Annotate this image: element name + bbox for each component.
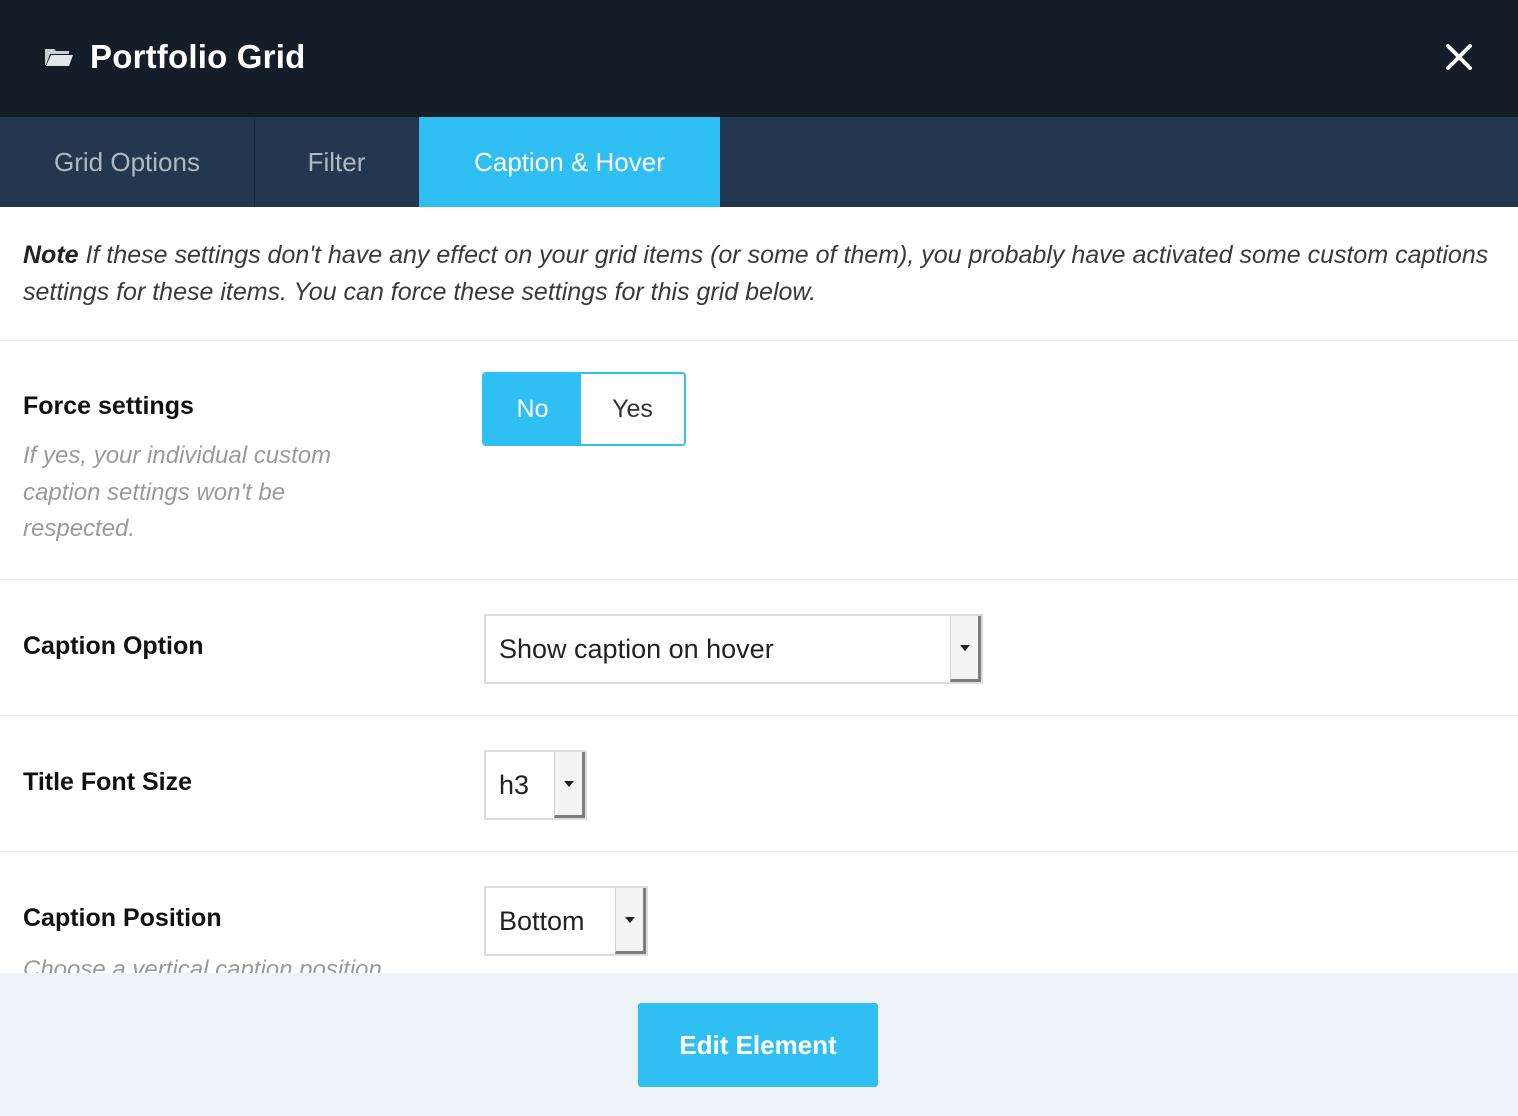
caption-option-row: Caption Option Show caption on hover xyxy=(0,580,1518,716)
toggle-no-button[interactable]: No xyxy=(484,374,581,444)
caption-option-value: Show caption on hover xyxy=(499,633,774,664)
edit-element-button[interactable]: Edit Element xyxy=(638,1003,878,1087)
modal-title: Portfolio Grid xyxy=(90,38,306,75)
tab-bar: Grid Options Filter Caption & Hover xyxy=(0,117,1518,207)
note-body: If these settings don't have any effect … xyxy=(23,241,1489,306)
modal-footer: Edit Element xyxy=(0,973,1518,1116)
tab-caption-hover[interactable]: Caption & Hover xyxy=(419,117,720,207)
caption-position-select[interactable]: Bottom xyxy=(484,886,648,956)
chevron-down-icon xyxy=(950,616,981,682)
caption-position-label: Caption Position xyxy=(23,904,222,932)
close-icon[interactable] xyxy=(1440,38,1478,76)
toggle-yes-button[interactable]: Yes xyxy=(581,374,684,444)
caption-position-value: Bottom xyxy=(499,905,585,936)
caption-position-row: Caption Position Choose a vertical capti… xyxy=(0,852,1518,973)
settings-panel: Note If these settings don't have any ef… xyxy=(0,207,1518,973)
force-settings-toggle: No Yes xyxy=(482,372,686,446)
folder-open-icon xyxy=(45,49,73,66)
note-text: Note If these settings don't have any ef… xyxy=(0,207,1518,341)
force-settings-description: If yes, your individual custom caption s… xyxy=(23,442,332,542)
force-settings-row: Force settings If yes, your individual c… xyxy=(0,341,1518,580)
caption-option-select[interactable]: Show caption on hover xyxy=(484,614,983,684)
caption-option-label: Caption Option xyxy=(23,632,204,660)
note-label: Note xyxy=(23,241,79,269)
title-font-size-value: h3 xyxy=(499,769,530,800)
tab-filter[interactable]: Filter xyxy=(255,117,419,207)
chevron-down-icon xyxy=(554,752,585,818)
tab-grid-options[interactable]: Grid Options xyxy=(0,117,255,207)
chevron-down-icon xyxy=(615,888,646,954)
caption-position-description: Choose a vertical caption position xyxy=(23,956,382,973)
force-settings-label: Force settings xyxy=(23,392,194,420)
title-font-size-label: Title Font Size xyxy=(23,768,192,796)
title-font-size-select[interactable]: h3 xyxy=(484,750,587,820)
title-font-size-row: Title Font Size h3 xyxy=(0,716,1518,852)
modal-header: Portfolio Grid xyxy=(0,0,1518,117)
